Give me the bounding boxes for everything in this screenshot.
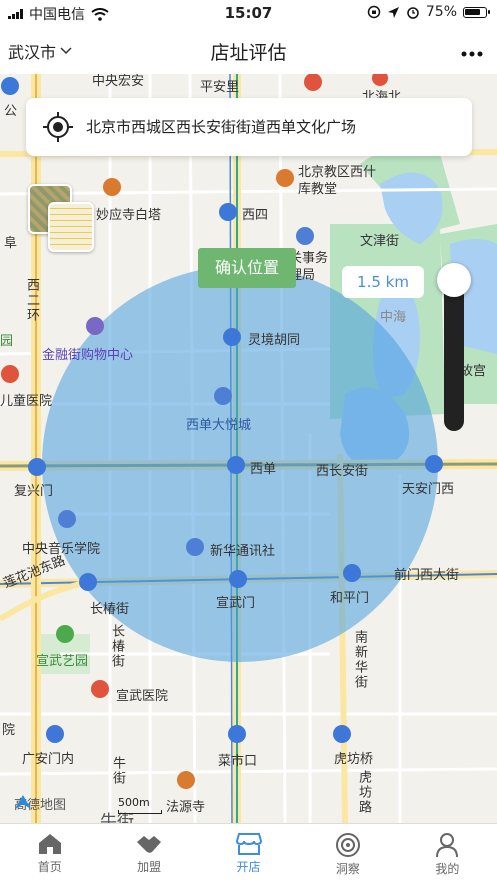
map-label: 虎坊桥 bbox=[334, 752, 374, 767]
tab-join[interactable]: 加盟 bbox=[99, 824, 198, 883]
tab-insight[interactable]: 洞察 bbox=[298, 824, 397, 883]
tab-mine[interactable]: 我的 bbox=[398, 824, 497, 883]
map-label: 妙应寺白塔 bbox=[96, 208, 162, 223]
more-menu-button[interactable] bbox=[461, 38, 483, 62]
map-label: 复兴门 bbox=[14, 484, 54, 499]
store-icon bbox=[235, 833, 262, 855]
map-view[interactable]: 中央宏安 平安里 北海北 公 妙应寺白塔 西四 北京教区西什库教堂 文津街 阜 … bbox=[0, 74, 497, 823]
map-label: 长椿街 bbox=[90, 602, 130, 617]
map-label: 金融街购物中心 bbox=[42, 348, 134, 363]
person-icon bbox=[436, 833, 459, 858]
map-label: 儿童医院 bbox=[0, 394, 53, 409]
map-label: 南新华街 bbox=[352, 630, 367, 690]
map-label: 前门西大街 bbox=[394, 568, 460, 583]
map-label: 文津街 bbox=[360, 234, 400, 249]
map-label: 长椿街 bbox=[109, 624, 124, 669]
map-label: 西单大悦城 bbox=[186, 418, 252, 433]
locate-target-icon bbox=[43, 112, 73, 142]
rotation-lock-icon bbox=[367, 5, 381, 19]
map-label: 阜 bbox=[4, 236, 18, 251]
address-search-bar[interactable]: 北京市西城区西长安街街道西单文化广场 bbox=[26, 98, 472, 156]
tab-label: 开店 bbox=[236, 860, 261, 874]
map-label: 灵境胡同 bbox=[248, 333, 301, 348]
amap-logo-icon bbox=[15, 795, 31, 809]
tab-label: 洞察 bbox=[335, 862, 360, 876]
map-label: 院 bbox=[2, 723, 16, 738]
more-icon bbox=[461, 51, 483, 57]
page-title: 店址评估 bbox=[210, 42, 287, 64]
battery-percent: 75% bbox=[425, 4, 457, 20]
map-label: 法源寺 bbox=[166, 800, 206, 815]
target-icon bbox=[335, 833, 360, 857]
map-label: 广安门内 bbox=[22, 752, 75, 767]
map-label: 中海 bbox=[380, 310, 407, 325]
home-icon bbox=[38, 834, 61, 854]
map-scale: 500m bbox=[118, 796, 162, 814]
standard-layer-thumbnail[interactable] bbox=[48, 202, 94, 252]
nav-bar: 武汉市 店址评估 bbox=[0, 26, 497, 74]
scale-label: 500m bbox=[118, 796, 150, 809]
map-label: 天安门西 bbox=[402, 482, 455, 497]
tab-label: 首页 bbox=[37, 860, 62, 874]
map-label: 菜市口 bbox=[218, 754, 258, 769]
map-label: 园 bbox=[0, 334, 14, 349]
address-text: 北京市西城区西长安街街道西单文化广场 bbox=[86, 118, 357, 136]
tab-label: 我的 bbox=[435, 862, 460, 876]
amap-logo: 高德地图 bbox=[14, 794, 66, 813]
map-label: 西四 bbox=[242, 208, 269, 223]
map-layer-switch[interactable] bbox=[22, 184, 100, 256]
map-label: 西二环 bbox=[24, 278, 39, 323]
map-label: 新华通讯社 bbox=[210, 544, 276, 559]
map-label: 宣武艺园 bbox=[36, 654, 89, 669]
tab-open-store[interactable]: 开店 bbox=[199, 824, 298, 883]
map-label: 西单 bbox=[250, 462, 277, 477]
alarm-icon bbox=[407, 7, 419, 19]
map-label: 中央宏安 bbox=[92, 74, 145, 89]
confirm-location-button[interactable]: 确认位置 bbox=[198, 248, 296, 288]
map-label: 平安里 bbox=[200, 80, 240, 95]
handshake-icon bbox=[137, 836, 162, 853]
tab-bar: 首页 加盟 开店 洞察 我的 bbox=[0, 823, 497, 883]
location-arrow-icon bbox=[387, 6, 399, 18]
map-label: 宣武门 bbox=[216, 596, 256, 611]
map-label: 公 bbox=[4, 104, 18, 119]
battery-icon bbox=[463, 6, 490, 18]
map-label: 西长安街 bbox=[316, 464, 369, 479]
radius-slider-handle[interactable] bbox=[437, 263, 471, 297]
map-label: 牛街 bbox=[110, 756, 125, 786]
map-label: 北京教区西什库教堂 bbox=[298, 165, 377, 197]
tab-home[interactable]: 首页 bbox=[0, 824, 99, 883]
map-label: 和平门 bbox=[330, 591, 370, 606]
map-label: 宣武医院 bbox=[116, 689, 169, 704]
tab-label: 加盟 bbox=[137, 860, 162, 874]
status-bar: 中国电信 15:07 75% bbox=[0, 0, 497, 26]
map-label: 虎坊路 bbox=[356, 770, 371, 815]
radius-value-label: 1.5 km bbox=[342, 266, 424, 298]
